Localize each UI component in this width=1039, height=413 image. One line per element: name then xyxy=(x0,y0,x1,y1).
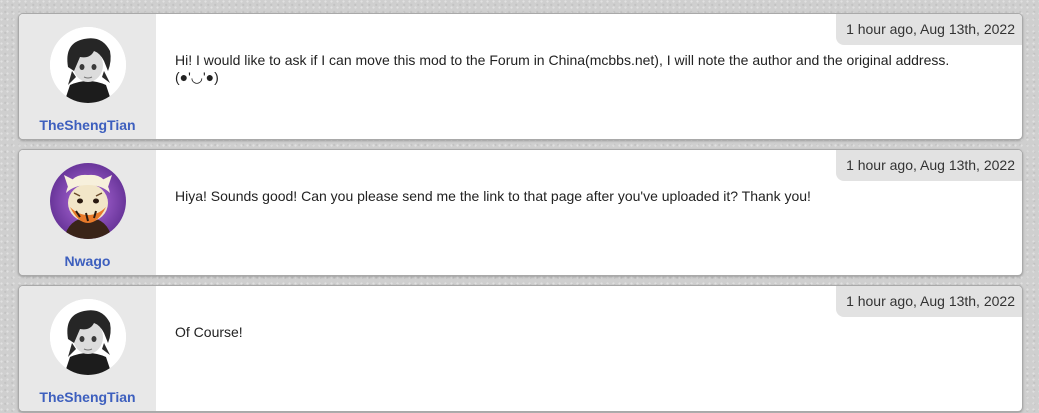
comment-text: Of Course! xyxy=(175,324,243,340)
comment-item: TheShengTian 1 hour ago, Aug 13th, 2022 … xyxy=(18,13,1023,140)
comment-item: TheShengTian 1 hour ago, Aug 13th, 2022 … xyxy=(18,285,1023,412)
author-panel: TheShengTian xyxy=(19,14,156,139)
comment-body: 1 hour ago, Aug 13th, 2022 Of Course! xyxy=(156,286,1022,411)
author-name-link[interactable]: Nwago xyxy=(65,253,111,269)
comment-timestamp: 1 hour ago, Aug 13th, 2022 xyxy=(836,286,1022,317)
author-panel: TheShengTian xyxy=(19,286,156,411)
author-name-link[interactable]: TheShengTian xyxy=(39,389,135,405)
comment-body: 1 hour ago, Aug 13th, 2022 Hiya! Sounds … xyxy=(156,150,1022,275)
comment-item: Nwago 1 hour ago, Aug 13th, 2022 Hiya! S… xyxy=(18,149,1023,276)
comment-text: Hi! I would like to ask if I can move th… xyxy=(175,52,950,85)
dark-haired-character-avatar-icon[interactable] xyxy=(49,27,126,103)
comment-text: Hiya! Sounds good! Can you please send m… xyxy=(175,188,811,204)
dark-haired-character-avatar-icon[interactable] xyxy=(49,299,126,375)
tiger-character-avatar-icon[interactable] xyxy=(49,163,126,239)
comment-timestamp: 1 hour ago, Aug 13th, 2022 xyxy=(836,150,1022,181)
author-panel: Nwago xyxy=(19,150,156,275)
author-name-link[interactable]: TheShengTian xyxy=(39,117,135,133)
comment-body: 1 hour ago, Aug 13th, 2022 Hi! I would l… xyxy=(156,14,1022,139)
comment-list: TheShengTian 1 hour ago, Aug 13th, 2022 … xyxy=(18,13,1023,412)
comment-timestamp: 1 hour ago, Aug 13th, 2022 xyxy=(836,14,1022,45)
